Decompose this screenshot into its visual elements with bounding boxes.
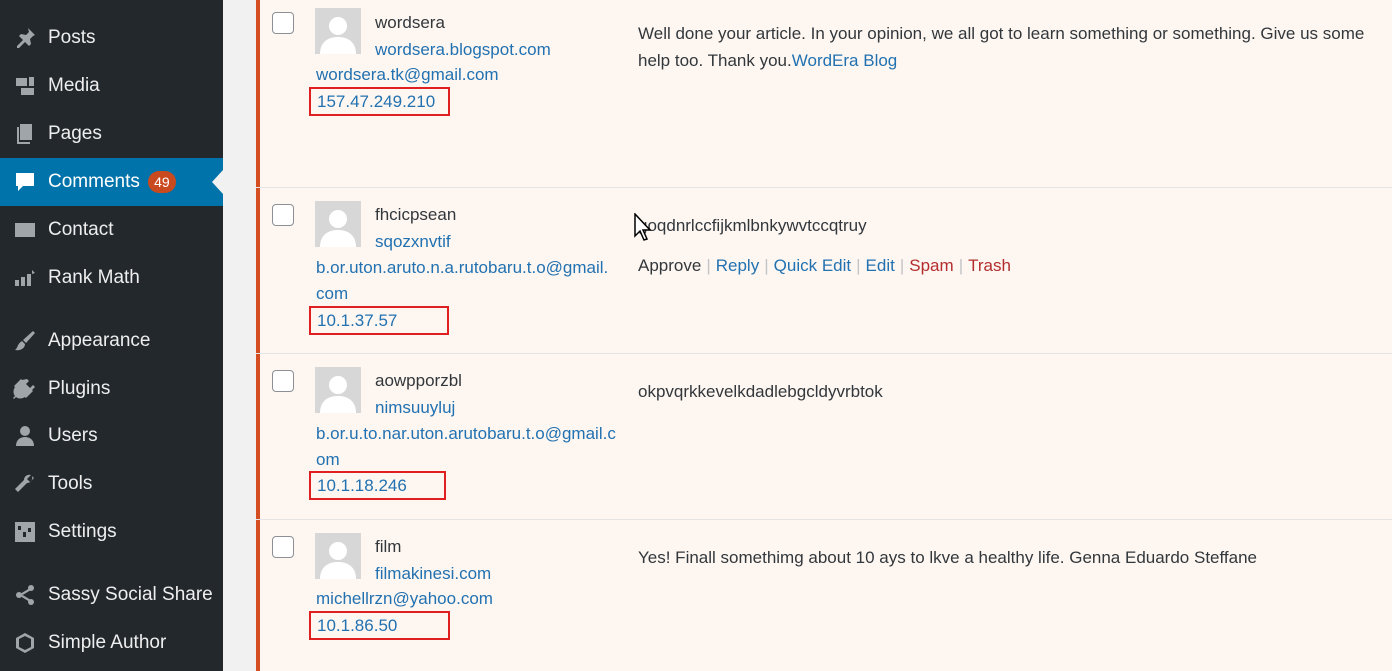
envelope-icon [10,218,40,242]
sidebar-item-label: Posts [48,27,96,48]
comment-body: Well done your article. In your opinion,… [638,24,1365,70]
sidebar-item-label: Tools [48,473,93,494]
ip-highlight-box: 10.1.86.50 [309,611,450,640]
user-icon [10,424,40,448]
comments-content: wordsera wordsera.blogspot.com wordsera.… [223,0,1392,671]
sidebar-item-label: Rank Math [48,267,140,288]
comment-author-url[interactable]: sqozxnvtif [375,232,451,252]
sidebar-item-sassy-social-share[interactable]: Sassy Social Share [0,571,223,619]
approve-link[interactable]: Approve [638,256,701,275]
edit-link[interactable]: Edit [866,256,895,275]
comment-author-email[interactable]: b.or.uton.aruto.n.a.rutobaru.t.o@gmail.c… [316,255,616,307]
sidebar-item-plugins[interactable]: Plugins [0,365,223,413]
comment-author-ip[interactable]: 10.1.18.246 [317,476,407,496]
avatar-placeholder-icon [315,533,361,579]
sidebar-item-tools[interactable]: Tools [0,460,223,508]
media-icon [10,74,40,98]
chart-icon [10,266,40,290]
sidebar-item-label: Contact [48,219,114,240]
table-row: fhcicpsean sqozxnvtif b.or.uton.aruto.n.… [256,188,1392,354]
sidebar-item-label: Comments [48,171,140,192]
reply-link[interactable]: Reply [716,256,759,275]
sidebar-item-label: Appearance [48,330,151,351]
comment-author-name: film [375,537,402,556]
avatar [315,8,361,54]
sidebar-item-simple-author[interactable]: Simple Author [0,619,223,667]
comment-count-badge: 49 [147,171,176,193]
ip-highlight-box: 157.47.249.210 [309,87,450,116]
sidebar-item-label: Media [48,75,100,96]
sidebar-item-posts[interactable]: Posts [0,14,223,62]
comment-text: Well done your article. In your opinion,… [638,20,1383,74]
quick-edit-link[interactable]: Quick Edit [774,256,851,275]
comment-author-name: wordsera [375,13,445,32]
settings-icon [10,520,40,544]
avatar-placeholder-icon [315,367,361,413]
sidebar-item-label: Settings [48,521,117,542]
row-checkbox[interactable] [272,370,294,392]
author-icon [10,631,40,655]
sidebar-item-label: Sassy Social Share [48,584,213,605]
comment-author-ip[interactable]: 10.1.86.50 [317,616,397,636]
plug-icon [10,377,40,401]
comment-author-url[interactable]: filmakinesi.com [375,564,491,584]
comment-author-url[interactable]: nimsuuyluj [375,398,455,418]
comment-text: Yes! Finall somethimg about 10 ays to lk… [638,548,1257,567]
brush-icon [10,329,40,353]
comment-author-email[interactable]: wordsera.tk@gmail.com [316,62,616,88]
admin-sidebar: Posts Media Pages Comments 49 Contact Ra… [0,0,223,671]
row-checkbox[interactable] [272,536,294,558]
sidebar-item-label: Plugins [48,378,111,399]
pin-icon [10,26,40,50]
mouse-cursor-icon [634,213,652,241]
comment-icon [10,170,40,194]
table-row: film filmakinesi.com michellrzn@yahoo.co… [256,520,1392,671]
sidebar-item-label: Pages [48,123,102,144]
sidebar-item-media[interactable]: Media [0,62,223,110]
comment-author-name: fhcicpsean [375,205,457,224]
sidebar-item-users[interactable]: Users [0,412,223,460]
sidebar-item-label: Simple Author [48,632,167,653]
avatar-placeholder-icon [315,201,361,247]
sidebar-item-comments[interactable]: Comments 49 [0,158,223,206]
sidebar-item-settings[interactable]: Settings [0,508,223,556]
comment-text: goqdnrlccfijkmlbnkywvtccqtruy [638,216,867,235]
comment-author-name: aowpporzbl [375,371,462,390]
ip-highlight-box: 10.1.18.246 [309,471,446,500]
current-menu-arrow [212,170,223,194]
comment-author-email[interactable]: michellrzn@yahoo.com [316,586,616,612]
comment-author-ip[interactable]: 157.47.249.210 [317,92,435,112]
row-checkbox[interactable] [272,204,294,226]
avatar [315,367,361,413]
avatar [315,201,361,247]
sidebar-item-contact[interactable]: Contact [0,206,223,254]
comment-text: okpvqrkkevelkdadlebgcldyvrbtok [638,382,883,401]
comment-author-email[interactable]: b.or.u.to.nar.uton.arutobaru.t.o@gmail.c… [316,421,616,473]
share-icon [10,583,40,607]
row-actions: Approve | Reply | Quick Edit | Edit | Spam | Trash [638,256,1011,275]
table-row: wordsera wordsera.blogspot.com wordsera.… [256,0,1392,188]
avatar-placeholder-icon [315,8,361,54]
table-row: aowpporzbl nimsuuyluj b.or.u.to.nar.uton… [256,354,1392,520]
sidebar-item-rank-math[interactable]: Rank Math [0,254,223,302]
ip-highlight-box: 10.1.37.57 [309,306,449,335]
row-checkbox[interactable] [272,12,294,34]
sidebar-item-appearance[interactable]: Appearance [0,317,223,365]
sidebar-item-pages[interactable]: Pages [0,110,223,158]
pages-icon [10,122,40,146]
spam-link[interactable]: Spam [909,256,953,275]
avatar [315,533,361,579]
comments-list: wordsera wordsera.blogspot.com wordsera.… [256,0,1392,671]
comment-author-ip[interactable]: 10.1.37.57 [317,311,397,331]
comment-author-url[interactable]: wordsera.blogspot.com [375,40,551,60]
comment-link[interactable]: WordEra Blog [792,51,898,70]
trash-link[interactable]: Trash [968,256,1011,275]
sidebar-item-label: Users [48,425,98,446]
wrench-icon [10,472,40,496]
